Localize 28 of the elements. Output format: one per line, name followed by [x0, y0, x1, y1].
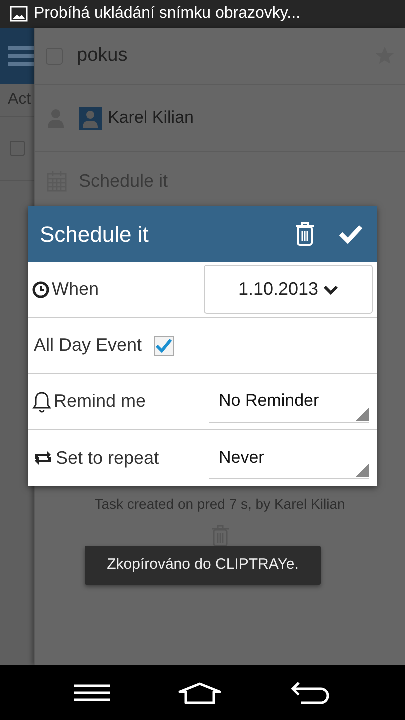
chevron-down-icon — [322, 284, 339, 296]
repeat-icon — [32, 449, 54, 467]
home-icon[interactable] — [178, 682, 222, 704]
assignee-name: Karel Kilian — [108, 107, 194, 130]
clock-icon — [32, 280, 50, 298]
checkmark-icon — [155, 338, 174, 354]
dropdown-corner-icon — [356, 464, 369, 477]
task-title: pokus — [77, 44, 128, 68]
field-label: Set to repeat — [56, 446, 160, 470]
dropdown-corner-icon — [356, 408, 369, 420]
notification-text: Probíhá ukládání snímku obrazovky... — [34, 4, 301, 24]
select-field[interactable]: No Reminder — [209, 380, 369, 422]
bell-icon — [32, 390, 52, 412]
select-field[interactable]: Never — [209, 437, 369, 479]
task-footer: Task created on pred 7 s, by Karel Kilian — [35, 494, 405, 515]
image-icon — [10, 6, 28, 22]
checkbox[interactable] — [154, 336, 174, 356]
date-picker[interactable]: 1.10.2013 — [204, 265, 373, 314]
trash-icon[interactable] — [295, 222, 315, 246]
field-label: When — [52, 278, 100, 301]
trash-icon[interactable] — [210, 525, 230, 547]
dialog-title: Schedule it — [40, 220, 149, 248]
checkmark-icon[interactable] — [339, 224, 363, 244]
avatar-icon — [79, 106, 102, 130]
field-label: Remind me — [54, 390, 146, 413]
toast: Zkopírováno do CLIPTRAYe. — [85, 546, 321, 585]
back-icon[interactable] — [290, 680, 331, 704]
field-label: All Day Event — [34, 334, 142, 357]
